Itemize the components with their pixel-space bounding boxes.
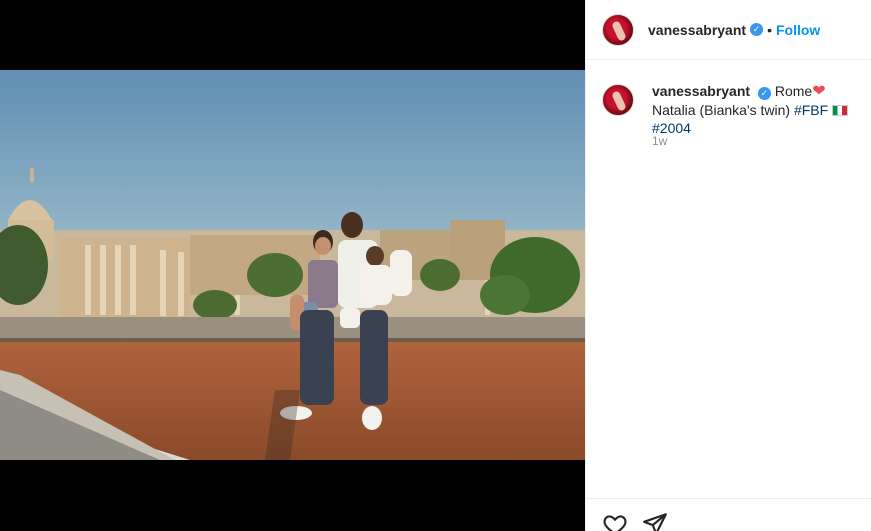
caption-rome: Rome [774,83,813,99]
hashtag-fbf[interactable]: #FBF [794,102,828,118]
verified-badge-icon: ✓ [757,87,771,100]
caption-username[interactable]: vanessabryant [652,83,750,99]
heart-emoji-icon: ❤ [812,83,826,100]
heart-outline-icon[interactable] [602,511,628,531]
caption-text: vanessabryant ✓ Rome❤ Natalia (Bianka's t… [652,82,864,137]
photo-rome-forum [0,70,585,460]
post-photo[interactable] [0,70,585,460]
follow-button[interactable]: Follow [776,22,820,38]
action-bar [586,498,871,531]
media-panel [0,0,585,531]
separator-dot: • [767,21,772,38]
header-username[interactable]: vanessabryant [648,22,746,38]
caption: vanessabryant ✓ Rome❤ Natalia (Bianka's t… [602,82,864,137]
caption-natalia: Natalia (Bianka's twin) [652,102,791,118]
verified-badge-icon: ✓ [750,23,764,36]
post-header: vanessabryant ✓ • Follow [586,0,871,60]
post-sidebar: vanessabryant ✓ • Follow vanessabryant ✓… [585,0,871,531]
italy-flag-icon [832,105,849,116]
paper-plane-icon[interactable] [642,511,668,531]
post-timestamp[interactable]: 1w [652,134,667,148]
profile-avatar[interactable] [602,13,634,46]
caption-avatar[interactable] [602,84,634,116]
